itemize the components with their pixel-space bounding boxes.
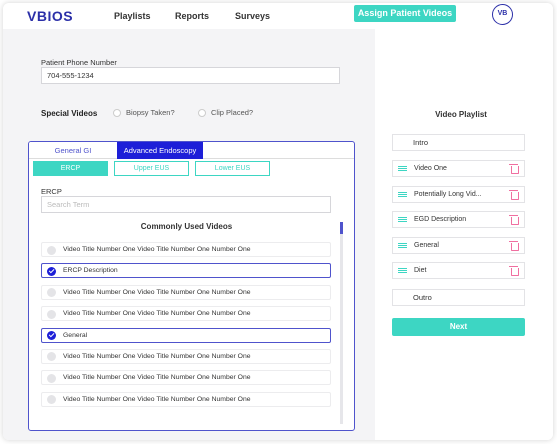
option-clip[interactable]: Clip Placed? bbox=[198, 108, 253, 117]
radio-icon[interactable] bbox=[113, 108, 121, 117]
subtab-upper-eus[interactable]: Upper EUS bbox=[114, 161, 189, 176]
scrollbar[interactable] bbox=[340, 222, 343, 424]
list-title: Commonly Used Videos bbox=[140, 222, 233, 231]
video-title: Video Title Number One Video Title Numbe… bbox=[63, 352, 251, 360]
option-clip-label: Clip Placed? bbox=[211, 108, 254, 117]
playlist-intro-label: Intro bbox=[413, 138, 429, 147]
special-videos-label: Special Videos bbox=[41, 109, 98, 118]
scroll-thumb[interactable] bbox=[340, 222, 343, 234]
video-title: Video Title Number One Video Title Numbe… bbox=[63, 374, 251, 382]
video-row[interactable]: Video Title Number One Video Title Numbe… bbox=[41, 284, 331, 300]
nav-playlists[interactable]: Playlists bbox=[114, 11, 151, 21]
video-title: General bbox=[63, 331, 88, 339]
trash-icon[interactable] bbox=[509, 189, 519, 200]
phone-input[interactable]: 704-555-1234 bbox=[41, 67, 340, 84]
check-circle-icon[interactable] bbox=[47, 245, 56, 255]
next-button[interactable]: Next bbox=[392, 318, 525, 336]
drag-handle-icon[interactable] bbox=[398, 242, 407, 248]
option-biopsy-label: Biopsy Taken? bbox=[126, 108, 175, 117]
video-title: ERCP Description bbox=[63, 267, 118, 275]
drag-handle-icon[interactable] bbox=[398, 166, 407, 171]
video-title: Video Title Number One Video Title Numbe… bbox=[63, 246, 251, 253]
playlist-item-label: General bbox=[414, 241, 439, 249]
section-label: ERCP bbox=[41, 187, 62, 196]
check-circle-icon[interactable] bbox=[47, 309, 56, 319]
drag-handle-icon[interactable] bbox=[398, 268, 407, 274]
video-selector-panel: General GI Advanced Endoscopy ERCP Upper… bbox=[28, 141, 355, 431]
drag-handle-icon[interactable] bbox=[398, 191, 407, 197]
playlist-item-label: Potentially Long Vid... bbox=[414, 190, 482, 198]
playlist-outro: Outro bbox=[392, 289, 525, 306]
playlist-item-label: Video One bbox=[414, 165, 447, 172]
playlist-panel: Video Playlist Intro Video One Potentiall… bbox=[375, 29, 553, 440]
video-row[interactable]: Video Title Number One Video Title Numbe… bbox=[41, 370, 331, 386]
nav-reports[interactable]: Reports bbox=[175, 11, 209, 21]
subtab-lower-eus[interactable]: Lower EUS bbox=[195, 161, 270, 176]
search-input[interactable]: Search Term bbox=[41, 196, 331, 213]
app-window: VBIOS Playlists Reports Surveys Assign P… bbox=[3, 3, 553, 440]
playlist-item[interactable]: Video One bbox=[392, 160, 525, 177]
check-circle-icon[interactable] bbox=[47, 288, 56, 298]
video-title: Video Title Number One Video Title Numbe… bbox=[63, 395, 251, 403]
top-bar: VBIOS Playlists Reports Surveys Assign P… bbox=[3, 3, 553, 29]
check-circle-icon[interactable] bbox=[47, 352, 56, 362]
playlist-item[interactable]: Potentially Long Vid... bbox=[392, 185, 525, 203]
video-row[interactable]: Video Title Number One Video Title Numbe… bbox=[41, 242, 331, 257]
check-circle-icon[interactable] bbox=[47, 331, 56, 341]
phone-label: Patient Phone Number bbox=[41, 58, 117, 67]
drag-handle-icon[interactable] bbox=[398, 217, 407, 223]
radio-icon[interactable] bbox=[198, 108, 206, 117]
check-circle-icon[interactable] bbox=[47, 373, 56, 383]
video-row[interactable]: General bbox=[41, 327, 331, 343]
tab-divider bbox=[203, 158, 354, 159]
video-row[interactable]: Video Title Number One Video Title Numbe… bbox=[41, 306, 331, 322]
assign-patient-videos-button[interactable]: Assign Patient Videos bbox=[354, 5, 456, 22]
video-row[interactable]: Video Title Number One Video Title Numbe… bbox=[41, 391, 331, 407]
video-title: Video Title Number One Video Title Numbe… bbox=[63, 310, 251, 318]
video-row[interactable]: ERCP Description bbox=[41, 263, 331, 279]
trash-icon[interactable] bbox=[509, 266, 519, 277]
assign-form: Patient Phone Number 704-555-1234 Specia… bbox=[3, 29, 375, 440]
check-circle-icon[interactable] bbox=[47, 266, 56, 276]
playlist-item[interactable]: EGD Description bbox=[392, 211, 525, 229]
video-list: Video Title Number One Video Title Numbe… bbox=[41, 242, 331, 413]
tab-general-gi[interactable]: General GI bbox=[29, 142, 117, 159]
logo: VBIOS bbox=[27, 8, 74, 24]
trash-icon[interactable] bbox=[509, 164, 519, 174]
playlist-item-label: EGD Description bbox=[414, 216, 467, 224]
playlist-intro: Intro bbox=[392, 134, 525, 151]
playlist-item-label: Diet bbox=[414, 267, 427, 275]
playlist-title: Video Playlist bbox=[435, 110, 487, 119]
tab-advanced-endoscopy[interactable]: Advanced Endoscopy bbox=[117, 142, 203, 159]
avatar[interactable]: VB bbox=[492, 4, 513, 25]
trash-icon[interactable] bbox=[509, 240, 519, 251]
playlist-outro-label: Outro bbox=[413, 293, 432, 302]
nav-surveys[interactable]: Surveys bbox=[235, 11, 270, 21]
playlist-item[interactable]: Diet bbox=[392, 262, 525, 280]
option-biopsy[interactable]: Biopsy Taken? bbox=[113, 108, 175, 117]
video-row[interactable]: Video Title Number One Video Title Numbe… bbox=[41, 348, 331, 364]
video-title: Video Title Number One Video Title Numbe… bbox=[63, 288, 251, 296]
subtab-ercp[interactable]: ERCP bbox=[33, 161, 108, 176]
trash-icon[interactable] bbox=[509, 215, 519, 226]
playlist-item[interactable]: General bbox=[392, 236, 525, 254]
check-circle-icon[interactable] bbox=[47, 395, 56, 405]
